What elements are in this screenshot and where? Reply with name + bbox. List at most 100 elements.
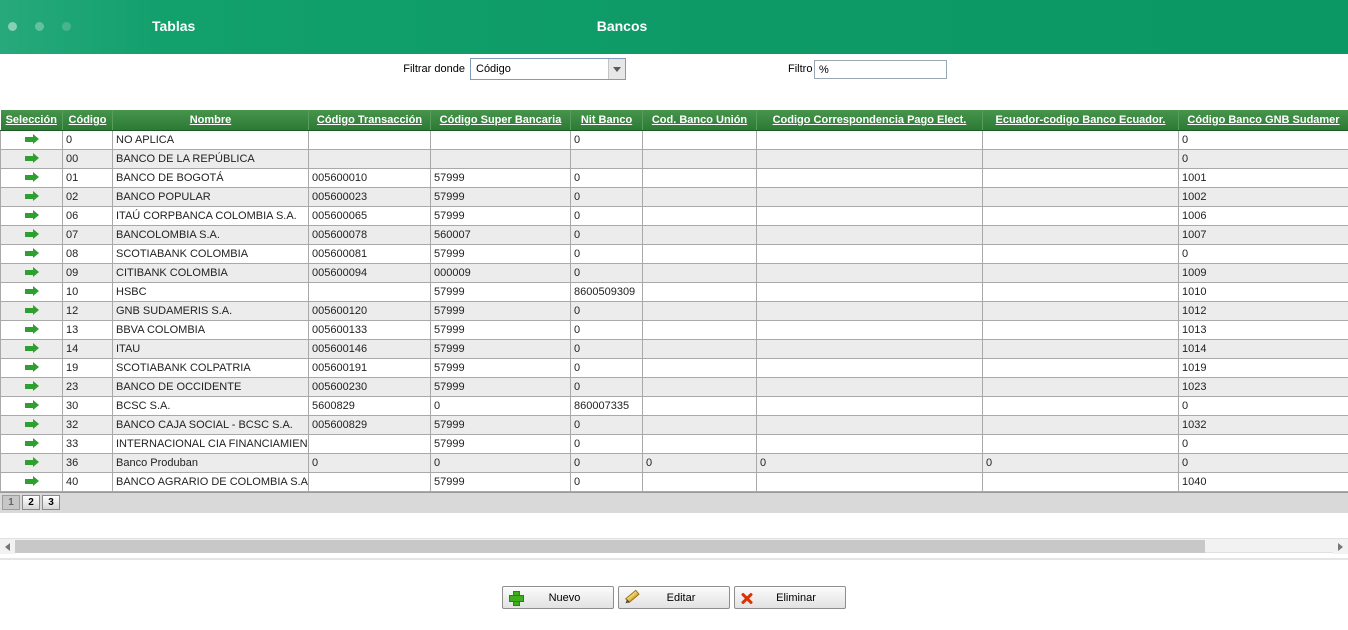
table-cell: 0	[570, 376, 643, 397]
page-button-2[interactable]: 2	[22, 495, 40, 510]
select-row-arrow-icon[interactable]	[24, 305, 40, 316]
table-cell: 0	[570, 433, 643, 454]
table-cell: BANCO DE BOGOTÁ	[112, 167, 309, 188]
select-row-arrow-icon[interactable]	[24, 229, 40, 240]
table-cell	[642, 376, 757, 397]
table-cell	[756, 471, 983, 492]
row-select-cell	[0, 281, 63, 302]
table-cell	[642, 357, 757, 378]
table-row: 19 SCOTIABANK COLPATRIA 005600191 57999 0 101…	[0, 357, 1348, 378]
table-cell: 1014	[1178, 338, 1348, 359]
select-row-arrow-icon[interactable]	[24, 419, 40, 430]
select-row-arrow-icon[interactable]	[24, 381, 40, 392]
table-cell: 06	[62, 205, 113, 226]
select-row-arrow-icon[interactable]	[24, 267, 40, 278]
table-cell	[642, 224, 757, 245]
table-cell: 09	[62, 262, 113, 283]
column-header[interactable]: Cod. Banco Unión	[642, 110, 757, 131]
scroll-right-arrow-icon[interactable]	[1333, 539, 1348, 554]
table-cell: 07	[62, 224, 113, 245]
table-cell: BANCO DE LA REPÚBLICA	[112, 148, 309, 169]
table-cell	[982, 167, 1179, 188]
table-cell: 1032	[1178, 414, 1348, 435]
column-header[interactable]: Código Super Bancaria	[430, 110, 571, 131]
table-cell	[308, 129, 431, 150]
bancos-window: Tablas Bancos Filtrar donde Código Filtr…	[0, 0, 1348, 630]
select-row-arrow-icon[interactable]	[24, 286, 40, 297]
select-row-arrow-icon[interactable]	[24, 248, 40, 259]
select-row-arrow-icon[interactable]	[24, 324, 40, 335]
page-button-3[interactable]: 3	[42, 495, 60, 510]
table-cell: 005600010	[308, 167, 431, 188]
new-button[interactable]: Nuevo	[502, 586, 614, 609]
plus-icon	[509, 591, 524, 606]
table-cell: 0	[430, 452, 571, 473]
table-cell	[982, 471, 1179, 492]
scroll-left-arrow-icon[interactable]	[0, 539, 15, 554]
column-header[interactable]: Código Transacción	[308, 110, 431, 131]
select-row-arrow-icon[interactable]	[24, 210, 40, 221]
table-cell	[982, 433, 1179, 454]
table-cell	[642, 281, 757, 302]
delete-button-label: Eliminar	[776, 591, 816, 604]
select-row-arrow-icon[interactable]	[24, 191, 40, 202]
page-button-1[interactable]: 1	[2, 495, 20, 510]
table-cell: 19	[62, 357, 113, 378]
table-row: 23 BANCO DE OCCIDENTE 005600230 57999 0 1023	[0, 376, 1348, 397]
select-row-arrow-icon[interactable]	[24, 438, 40, 449]
table-cell: 57999	[430, 357, 571, 378]
table-row: 30 BCSC S.A. 5600829 0 860007335 0	[0, 395, 1348, 416]
table-cell	[642, 167, 757, 188]
filter-column-select[interactable]: Código	[470, 58, 626, 80]
table-cell: 1009	[1178, 262, 1348, 283]
select-row-arrow-icon[interactable]	[24, 400, 40, 411]
filter-value-input[interactable]	[814, 60, 947, 79]
table-cell	[982, 414, 1179, 435]
table-cell: 57999	[430, 414, 571, 435]
table-cell: 1001	[1178, 167, 1348, 188]
row-select-cell	[0, 224, 63, 245]
table-cell	[642, 205, 757, 226]
table-cell	[756, 281, 983, 302]
table-cell: 57999	[430, 300, 571, 321]
panel-divider	[0, 558, 1348, 560]
table-cell	[982, 376, 1179, 397]
table-cell: BANCO AGRARIO DE COLOMBIA S.A.	[112, 471, 309, 492]
column-header[interactable]: Código	[62, 110, 113, 131]
table-row: 12 GNB SUDAMERIS S.A. 005600120 57999 0 1012	[0, 300, 1348, 321]
table-cell: 0	[570, 357, 643, 378]
row-select-cell	[0, 186, 63, 207]
table-cell	[642, 433, 757, 454]
row-select-cell	[0, 148, 63, 169]
table-cell: 1019	[1178, 357, 1348, 378]
column-header[interactable]: Selección	[0, 110, 63, 131]
horizontal-scrollbar[interactable]	[0, 538, 1348, 554]
select-row-arrow-icon[interactable]	[24, 153, 40, 164]
column-header[interactable]: Nit Banco	[570, 110, 643, 131]
table-cell	[308, 148, 431, 169]
page-title: Bancos	[596, 18, 648, 34]
table-cell: 005600133	[308, 319, 431, 340]
table-cell: 005600065	[308, 205, 431, 226]
table-cell: 57999	[430, 376, 571, 397]
column-header[interactable]: Codigo Correspondencia Pago Elect.	[756, 110, 983, 131]
select-row-arrow-icon[interactable]	[24, 457, 40, 468]
select-row-arrow-icon[interactable]	[24, 343, 40, 354]
chevron-down-icon[interactable]	[608, 59, 625, 79]
table-cell	[756, 167, 983, 188]
select-row-arrow-icon[interactable]	[24, 134, 40, 145]
delete-button[interactable]: Eliminar	[734, 586, 846, 609]
table-cell: 57999	[430, 167, 571, 188]
select-row-arrow-icon[interactable]	[24, 172, 40, 183]
table-cell	[756, 148, 983, 169]
table-cell: 1010	[1178, 281, 1348, 302]
scrollbar-thumb[interactable]	[15, 540, 1205, 553]
column-header[interactable]: Nombre	[112, 110, 309, 131]
select-row-arrow-icon[interactable]	[24, 476, 40, 487]
table-cell	[756, 319, 983, 340]
column-header[interactable]: Código Banco GNB Sudamer	[1178, 110, 1348, 131]
select-row-arrow-icon[interactable]	[24, 362, 40, 373]
table-cell: 1013	[1178, 319, 1348, 340]
edit-button[interactable]: Editar	[618, 586, 730, 609]
column-header[interactable]: Ecuador-codigo Banco Ecuador.	[982, 110, 1179, 131]
